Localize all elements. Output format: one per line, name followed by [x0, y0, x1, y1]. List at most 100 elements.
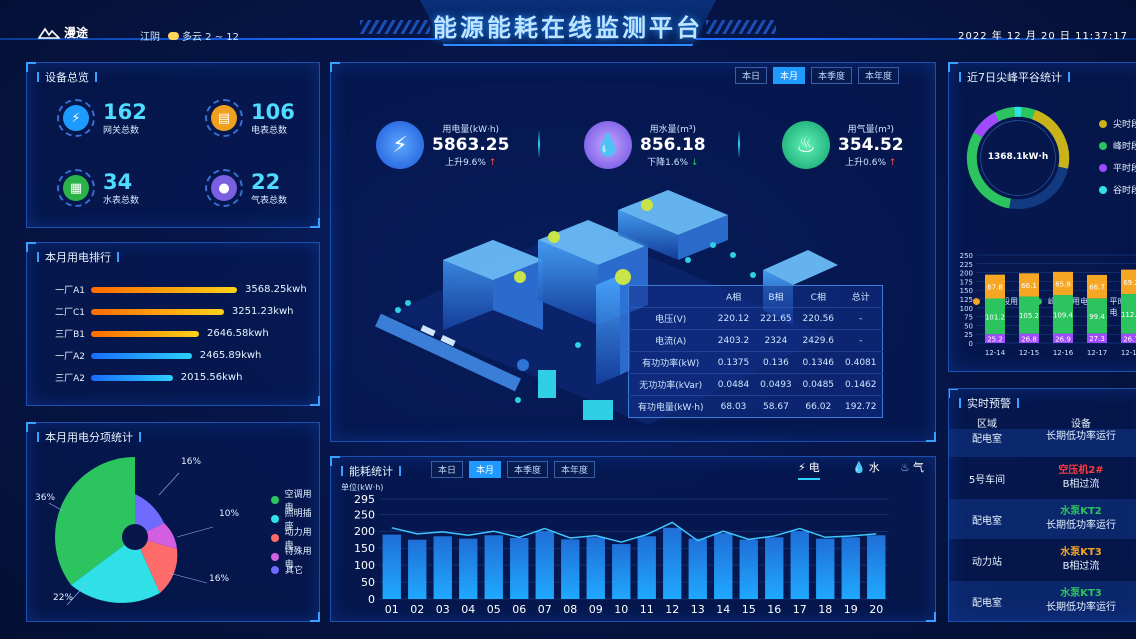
tab-quarter[interactable]: 本季度 — [507, 461, 549, 478]
energy-bar — [535, 531, 554, 599]
table-cell: 0.136 — [754, 351, 798, 374]
table-cell: 220.56 — [797, 307, 840, 330]
x-tick-label: 12-16 — [1053, 349, 1074, 357]
ranking-bar — [91, 286, 237, 293]
bar-data-label: 25.2 — [987, 336, 1003, 344]
alarm-row[interactable]: 配电室 水泵KT3 长期低功率运行 — [949, 581, 1136, 621]
energy-title: 能耗统计 — [341, 463, 401, 479]
x-tick-label: 07 — [538, 603, 552, 616]
energy-type-water[interactable]: 💧 水 — [852, 459, 880, 475]
x-tick-label: 14 — [716, 603, 730, 616]
table-row: 无功功率(kVar) 0.0484 0.0493 0.0485 0.1462 — [628, 373, 883, 396]
y-tick-label: 295 — [354, 493, 375, 506]
tab-day[interactable]: 本日 — [431, 461, 464, 478]
peak-valley-panel: 近7日尖峰平谷统计 1368.1kW·h 尖时段峰时段平时段谷时段 尖时段用电峰… — [948, 62, 1136, 372]
arrow-down-icon: ↓ — [690, 158, 699, 168]
energy-bar — [739, 539, 758, 599]
table-cell: 0.1462 — [839, 373, 883, 396]
table-row: 有功功率(kW) 0.1375 0.136 0.1346 0.4081 — [628, 351, 883, 374]
alarm-row[interactable]: 配电室 水泵KT2 长期低功率运行 — [949, 499, 1136, 539]
tab-month[interactable]: 本月 — [469, 461, 502, 478]
ranking-title: 本月用电排行 — [37, 249, 119, 265]
stat-separator — [738, 130, 740, 158]
stat-water: 💧 用水量(m³) 856.18 下降1.6% ↓ — [584, 121, 706, 169]
tab-year[interactable]: 本年度 — [858, 67, 900, 84]
table-cell: 电压(V) — [628, 307, 713, 330]
period-tabs: 本日 本月 本季度 本年度 — [735, 67, 900, 84]
bar-data-label: 101.2 — [985, 313, 1005, 321]
table-cell: 0.1346 — [797, 351, 840, 374]
arrow-up-icon: ↑ — [488, 158, 497, 168]
phase-header: 总计 — [851, 293, 870, 303]
x-tick-label: 05 — [487, 603, 501, 616]
tab-year[interactable]: 本年度 — [554, 461, 596, 478]
alarm-row[interactable]: 5号车间 空压机2# B相过流 — [949, 458, 1136, 498]
legend-item: 峰时段 — [1099, 139, 1136, 152]
ranking-item: 三厂A2 2015.56kwh — [55, 372, 243, 384]
energy-bar — [841, 537, 860, 599]
rose-label-special: 10% — [219, 509, 240, 519]
tab-quarter[interactable]: 本季度 — [811, 67, 853, 84]
rose-label-aircon: 36% — [35, 493, 56, 503]
bar-data-label: 66.1 — [1021, 282, 1037, 290]
bar-data-label: 26.7 — [1123, 335, 1136, 343]
y-tick-label: 200 — [354, 525, 375, 538]
alarm-title: 实时预警 — [959, 395, 1019, 411]
x-tick-label: 08 — [563, 603, 577, 616]
datetime: 2022 年 12 月 20 日 11:37:17 — [958, 31, 1128, 42]
table-cell: 58.67 — [754, 395, 798, 418]
overview-gas-meter: ● 22 气表总数 — [205, 169, 287, 207]
water-drop-icon: 💧 — [584, 121, 632, 169]
energy-bar — [688, 538, 707, 599]
rose-label-power: 16% — [209, 574, 230, 584]
table-cell: 电流(A) — [628, 329, 713, 352]
y-tick-label: 150 — [960, 287, 973, 295]
x-tick-label: 06 — [512, 603, 526, 616]
tab-day[interactable]: 本日 — [735, 67, 768, 84]
bar-data-label: 26.9 — [1055, 335, 1071, 343]
bar-data-label: 69.2 — [1123, 279, 1136, 287]
y-tick-label: 0 — [368, 593, 375, 606]
tab-month[interactable]: 本月 — [773, 67, 806, 84]
energy-bar — [790, 531, 809, 599]
energy-bar — [586, 537, 605, 599]
legend-item: 谷时段 — [1099, 183, 1136, 196]
dashboard: 能源能耗在线监测平台 漫途 江阴 多云 2 ~ 12 2022 年 12 月 2… — [0, 0, 1136, 639]
table-cell: 2324 — [754, 329, 798, 352]
breakdown-panel: 本月用电分项统计 16% 10% 16% 22% 36% 空调用电 照明插座 动力用… — [26, 422, 320, 622]
table-cell: 0.0493 — [754, 373, 798, 396]
legend-item: 其它 — [271, 563, 303, 576]
phase-header: A相 — [725, 293, 742, 303]
meter-icon: ▤ — [211, 105, 237, 131]
alarm-row[interactable]: 动力站 水泵KT3 B相过流 — [949, 540, 1136, 580]
legend-item: 尖时段 — [1099, 117, 1136, 130]
energy-bar — [867, 535, 886, 599]
energy-type-electric[interactable]: ⚡ 电 — [798, 459, 820, 480]
energy-panel: 能耗统计 本日 本月 本季度 本年度 单位(kW·h) 0 50 100 150 200… — [330, 456, 936, 622]
x-tick-label: 12-17 — [1087, 349, 1107, 357]
bar-data-label: 65.8 — [1055, 280, 1071, 288]
brand-logo: 漫途 — [38, 24, 88, 41]
lightning-icon: ⚡ — [798, 460, 806, 474]
table-cell: 0.0484 — [712, 373, 755, 396]
bar-data-label: 105.2 — [1019, 312, 1039, 320]
ranking-bar — [91, 374, 173, 381]
location-text: 江阴 — [140, 32, 160, 43]
overview-electric-meter: ▤ 106 电表总数 — [205, 99, 295, 137]
x-tick-label: 18 — [818, 603, 832, 616]
steam-icon: ♨ — [782, 121, 830, 169]
energy-type-gas[interactable]: ♨ 气 — [900, 459, 924, 475]
arrow-up-icon: ↑ — [888, 158, 897, 168]
alarm-row[interactable]: 配电室 长期低功率运行 — [949, 429, 1136, 457]
ranking-item: 三厂B1 2646.58kwh — [55, 328, 269, 340]
alarm-list[interactable]: 配电室 长期低功率运行 5号车间 空压机2# B相过流 配电室 水泵KT2 长期低功率运行 动力… — [949, 429, 1136, 621]
x-tick-label: 13 — [691, 603, 705, 616]
table-row: 电流(A) 2403.2 2324 2429.6- — [628, 329, 883, 352]
water-drop-icon: 💧 — [852, 460, 866, 474]
energy-bar — [408, 539, 427, 599]
energy-bar — [382, 534, 401, 599]
overview-water-meter: ▦ 34 水表总数 — [57, 169, 139, 207]
phase-header: B相 — [768, 293, 784, 303]
x-tick-label: 04 — [461, 603, 475, 616]
mountain-logo-icon — [38, 27, 60, 39]
